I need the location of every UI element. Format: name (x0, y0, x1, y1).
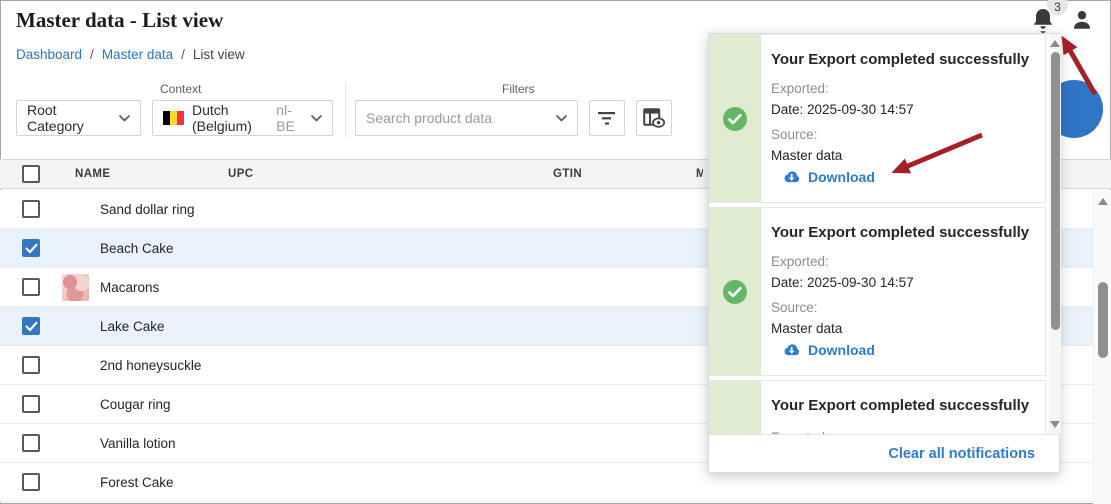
breadcrumb-separator: / (181, 47, 185, 62)
notification-card[interactable]: Your Export completed successfully Expor… (709, 380, 1046, 434)
filter-bar-divider (345, 82, 346, 138)
search-placeholder: Search product data (366, 110, 492, 126)
select-all-checkbox[interactable] (22, 165, 40, 183)
row-name: 2nd honeysuckle (100, 346, 201, 384)
cloud-download-icon (782, 170, 801, 184)
table-scrollbar[interactable] (1093, 190, 1111, 504)
filter-list-icon (597, 111, 617, 126)
user-account-button[interactable] (1071, 9, 1093, 31)
context-locale: nl-BE (276, 102, 303, 134)
popup-scrollbar[interactable] (1049, 34, 1061, 434)
clear-all-notifications-link[interactable]: Clear all notifications (888, 446, 1035, 462)
export-date: Date: 2025-09-30 14:57 (771, 102, 914, 117)
download-label: Download (808, 342, 875, 358)
download-link[interactable]: Download (782, 342, 875, 358)
breadcrumb-master-data[interactable]: Master data (102, 47, 173, 62)
row-checkbox[interactable] (22, 239, 40, 257)
breadcrumb-current: List view (193, 47, 245, 62)
context-group-label: Context (160, 82, 201, 96)
row-checkbox[interactable] (22, 200, 40, 218)
chevron-down-icon (111, 115, 130, 122)
context-language-value: Dutch (Belgium) (192, 102, 270, 134)
download-label: Download (808, 169, 875, 185)
row-checkbox[interactable] (22, 473, 40, 491)
root-category-select[interactable]: Root Category (16, 100, 141, 136)
success-check-icon (722, 106, 748, 132)
column-header-upc[interactable]: UPC (228, 160, 253, 188)
notifications-scroll-area: Your Export completed successfully Expor… (709, 34, 1061, 434)
exported-label: Exported: (771, 81, 829, 96)
row-checkbox[interactable] (22, 278, 40, 296)
row-name: Lake Cake (100, 307, 165, 345)
table-columns-eye-icon (643, 108, 665, 128)
breadcrumb-separator: / (90, 47, 94, 62)
download-link[interactable]: Download (782, 169, 875, 185)
notifications-popup: Your Export completed successfully Expor… (708, 33, 1060, 473)
row-checkbox[interactable] (22, 434, 40, 452)
row-checkbox[interactable] (22, 395, 40, 413)
row-name: Sand dollar ring (100, 190, 195, 228)
breadcrumb: Dashboard / Master data / List view (16, 47, 245, 62)
source-label: Source: (771, 300, 818, 315)
source-label: Source: (771, 127, 818, 142)
row-name: Beach Cake (100, 229, 174, 267)
source-value: Master data (771, 321, 842, 336)
breadcrumb-dashboard[interactable]: Dashboard (16, 47, 82, 62)
success-check-icon (722, 279, 748, 305)
context-language-select[interactable]: Dutch (Belgium) nl-BE (152, 100, 333, 136)
row-name: Cougar ring (100, 385, 171, 423)
notification-title: Your Export completed successfully (771, 224, 1029, 241)
user-icon (1071, 9, 1093, 31)
scroll-up-arrow-icon[interactable] (1050, 40, 1060, 47)
exported-label: Exported: (771, 254, 829, 269)
notification-card[interactable]: Your Export completed successfully Expor… (709, 34, 1046, 203)
filters-group-label: Filters (502, 82, 535, 96)
scroll-up-arrow-icon[interactable] (1098, 198, 1108, 205)
product-search-select[interactable]: Search product data (355, 100, 578, 136)
notification-title: Your Export completed successfully (771, 397, 1029, 414)
notification-title: Your Export completed successfully (771, 51, 1029, 68)
scrollbar-thumb[interactable] (1051, 52, 1060, 330)
page-title: Master data - List view (16, 8, 223, 33)
popup-footer: Clear all notifications (709, 434, 1059, 472)
checkmark-icon (25, 243, 38, 254)
chevron-down-icon (548, 115, 567, 122)
column-visibility-button[interactable] (636, 100, 672, 136)
cloud-download-icon (782, 343, 801, 357)
filter-list-button[interactable] (589, 100, 625, 136)
success-stripe (709, 381, 761, 434)
row-name: Vanilla lotion (100, 424, 176, 462)
checkmark-icon (25, 321, 38, 332)
row-checkbox[interactable] (22, 317, 40, 335)
product-thumbnail (62, 274, 89, 301)
row-name: Macarons (100, 268, 159, 306)
root-category-value: Root Category (27, 102, 111, 134)
scrollbar-thumb[interactable] (1098, 282, 1108, 358)
column-header-partial[interactable]: M (696, 160, 703, 188)
notification-card[interactable]: Your Export completed successfully Expor… (709, 207, 1046, 376)
source-value: Master data (771, 148, 842, 163)
row-checkbox[interactable] (22, 356, 40, 374)
chevron-down-icon (303, 115, 322, 122)
export-date: Date: 2025-09-30 14:57 (771, 275, 914, 290)
row-name: Forest Cake (100, 463, 174, 501)
column-header-name[interactable]: NAME (75, 160, 110, 188)
notification-count-badge: 3 (1047, 0, 1068, 15)
column-header-gtin[interactable]: GTIN (553, 160, 582, 188)
scroll-down-arrow-icon[interactable] (1050, 421, 1060, 428)
belgium-flag-icon (163, 111, 184, 125)
